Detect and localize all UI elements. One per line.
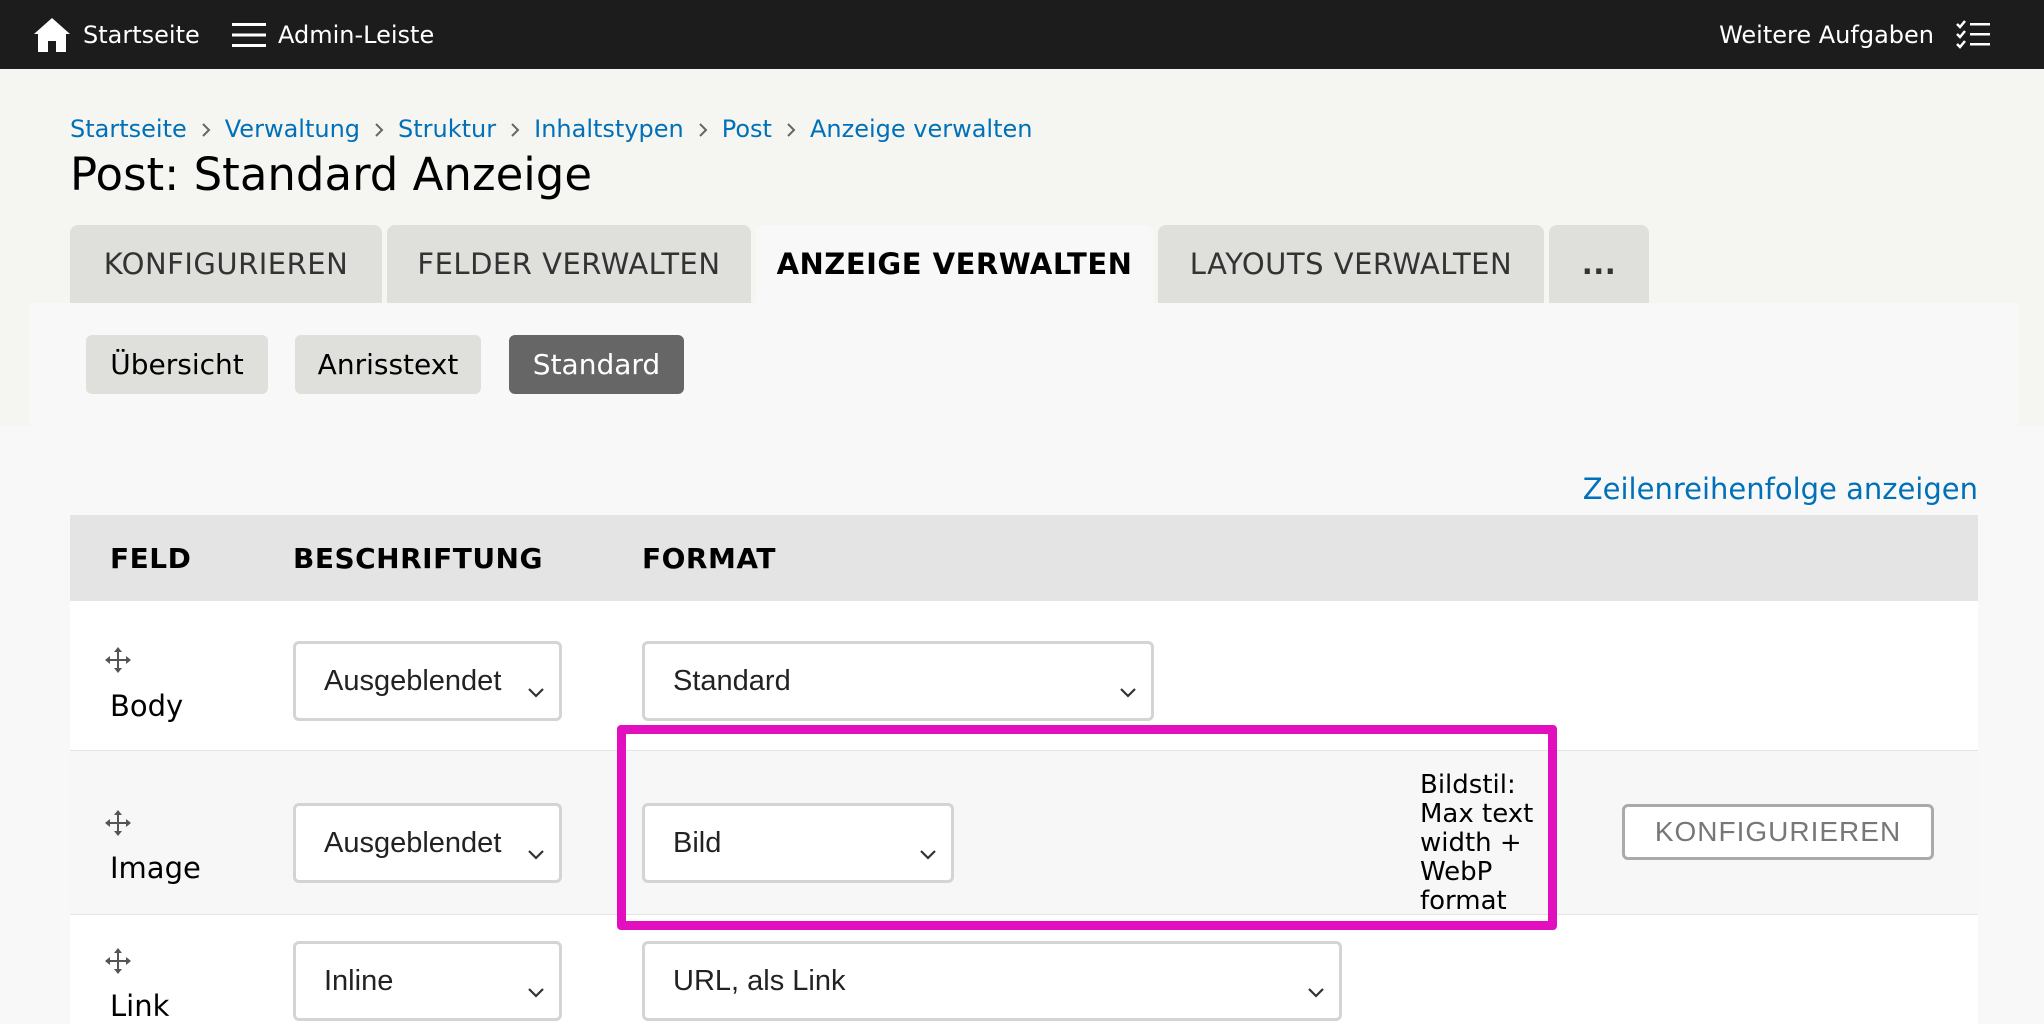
field-name: Link bbox=[110, 989, 170, 1023]
tab-felder-verwalten[interactable]: FELDER VERWALTEN bbox=[387, 225, 751, 303]
tab-layouts-verwalten[interactable]: LAYOUTS VERWALTEN bbox=[1158, 225, 1544, 303]
chevron-right-icon bbox=[496, 115, 534, 143]
page-title: Post: Standard Anzeige bbox=[70, 148, 593, 201]
field-name: Body bbox=[110, 689, 184, 723]
chevron-down-icon bbox=[919, 836, 937, 869]
breadcrumb-inhaltstypen[interactable]: Inhaltstypen bbox=[534, 115, 684, 143]
label-select[interactable]: Ausgeblendet bbox=[293, 803, 562, 883]
select-value: Standard bbox=[673, 664, 791, 697]
label-select[interactable]: Ausgeblendet bbox=[293, 641, 562, 721]
subtab-anrisstext[interactable]: Anrisstext bbox=[295, 335, 481, 394]
subtab-standard[interactable]: Standard bbox=[509, 335, 684, 394]
field-name: Image bbox=[110, 851, 201, 885]
header-field: FELD bbox=[110, 541, 192, 575]
admin-toolbar: Startseite Admin-Leiste Weitere Aufgaben bbox=[0, 0, 2044, 69]
chevron-down-icon bbox=[1119, 674, 1137, 707]
format-select[interactable]: URL, als Link bbox=[642, 941, 1342, 1021]
display-fields-table: FELD BESCHRIFTUNG FORMAT Body Ausgeblend… bbox=[70, 515, 1978, 1024]
table-row: Image Ausgeblendet Bild Bildstil: Max te… bbox=[70, 751, 1978, 916]
select-value: Inline bbox=[324, 964, 394, 997]
breadcrumb-verwaltung[interactable]: Verwaltung bbox=[225, 115, 360, 143]
chevron-down-icon bbox=[527, 974, 545, 1007]
label-select[interactable]: Inline bbox=[293, 941, 562, 1021]
header-label: BESCHRIFTUNG bbox=[293, 541, 543, 575]
breadcrumb-anzeige-verwalten[interactable]: Anzeige verwalten bbox=[810, 115, 1033, 143]
tab-anzeige-verwalten[interactable]: ANZEIGE VERWALTEN bbox=[756, 225, 1153, 303]
chevron-down-icon bbox=[1307, 974, 1325, 1007]
toolbar-tasks-menu[interactable]: Weitere Aufgaben bbox=[1719, 0, 1990, 69]
table-row: Body Ausgeblendet Standard bbox=[70, 601, 1978, 751]
chevron-right-icon bbox=[684, 115, 722, 143]
select-value: Ausgeblendet bbox=[324, 826, 502, 859]
breadcrumb-struktur[interactable]: Struktur bbox=[398, 115, 496, 143]
toolbar-home-label: Startseite bbox=[83, 20, 200, 49]
toolbar-home-link[interactable]: Startseite bbox=[33, 0, 200, 69]
chevron-down-icon bbox=[527, 836, 545, 869]
header-format: FORMAT bbox=[642, 541, 776, 575]
show-row-order-link[interactable]: Zeilenreihenfolge anzeigen bbox=[1583, 472, 1978, 506]
breadcrumb: Startseite Verwaltung Struktur Inhaltsty… bbox=[70, 112, 1032, 146]
select-value: URL, als Link bbox=[673, 964, 846, 997]
subtab-uebersicht[interactable]: Übersicht bbox=[86, 335, 268, 394]
breadcrumb-post[interactable]: Post bbox=[722, 115, 772, 143]
select-value: Bild bbox=[673, 826, 722, 859]
format-select[interactable]: Standard bbox=[642, 641, 1154, 721]
tab-more[interactable]: ... bbox=[1549, 225, 1649, 303]
checklist-icon bbox=[1956, 19, 1990, 51]
chevron-right-icon bbox=[360, 115, 398, 143]
move-handle-icon[interactable] bbox=[104, 947, 132, 979]
configure-format-button[interactable]: KONFIGURIEREN bbox=[1622, 804, 1934, 860]
format-summary: Bildstil: Max text width + WebP format bbox=[1420, 770, 1534, 916]
move-handle-icon[interactable] bbox=[104, 646, 132, 678]
tab-konfigurieren[interactable]: KONFIGURIEREN bbox=[70, 225, 382, 303]
chevron-down-icon bbox=[527, 674, 545, 707]
home-icon bbox=[33, 17, 71, 53]
toolbar-tasks-label: Weitere Aufgaben bbox=[1719, 20, 1934, 49]
breadcrumb-startseite[interactable]: Startseite bbox=[70, 115, 187, 143]
chevron-right-icon bbox=[187, 115, 225, 143]
hamburger-icon bbox=[232, 21, 266, 49]
move-handle-icon[interactable] bbox=[104, 809, 132, 841]
chevron-right-icon bbox=[772, 115, 810, 143]
table-header: FELD BESCHRIFTUNG FORMAT bbox=[70, 515, 1978, 601]
format-select[interactable]: Bild bbox=[642, 803, 954, 883]
toolbar-admin-menu[interactable]: Admin-Leiste bbox=[232, 0, 434, 69]
toolbar-admin-label: Admin-Leiste bbox=[278, 20, 435, 49]
select-value: Ausgeblendet bbox=[324, 664, 502, 697]
table-row: Link Inline URL, als Link bbox=[70, 915, 1978, 1024]
